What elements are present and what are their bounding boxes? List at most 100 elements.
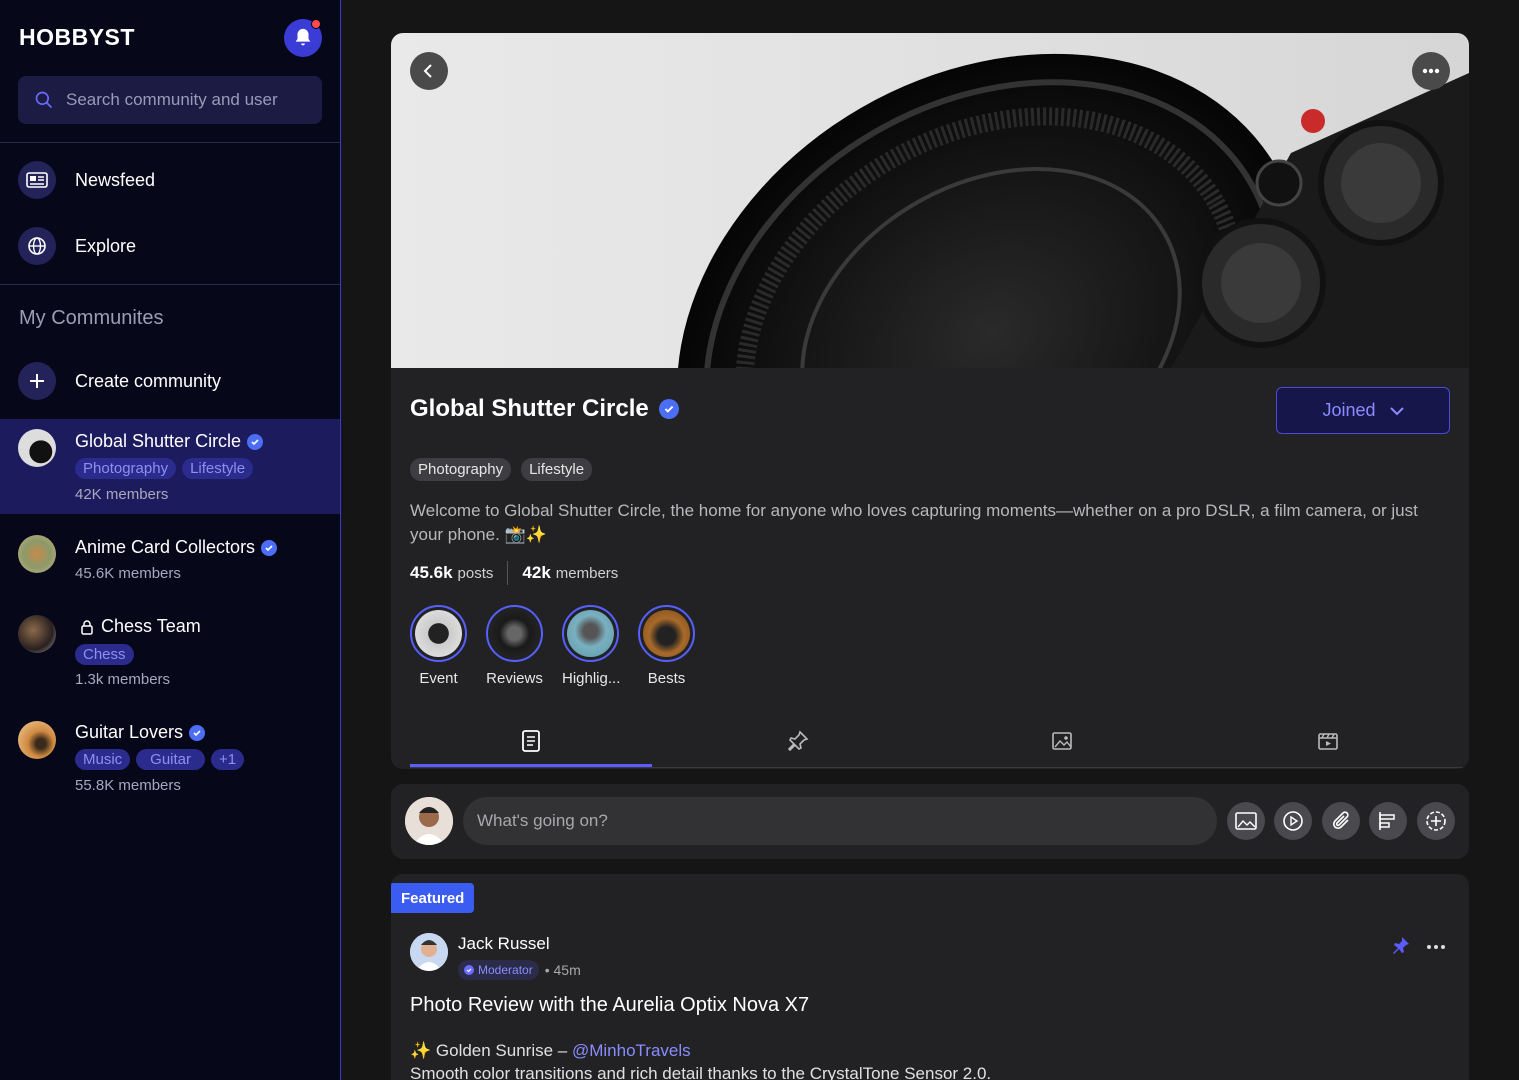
play-circle-icon: [1283, 811, 1303, 831]
highlight-reviews[interactable]: Reviews: [486, 605, 543, 687]
active-tab-indicator: [410, 764, 652, 767]
community-item-anime-card-collectors[interactable]: Anime Card Collectors 45.6K members: [0, 525, 340, 595]
video-icon: [1318, 733, 1338, 750]
highlight-thumb: [486, 605, 543, 662]
stat-separator: [507, 561, 509, 585]
search-icon: [35, 91, 53, 109]
highlight-thumb: [562, 605, 619, 662]
app: HOBBYST Newsfeed Explore My Communites: [0, 0, 1519, 1080]
document-icon: [522, 730, 540, 752]
community-item-guitar-lovers[interactable]: Guitar Lovers Music Guitar +1 55.8K memb…: [0, 711, 340, 801]
more-tools-button[interactable]: [1417, 802, 1455, 840]
members-count: 42k: [522, 563, 551, 582]
bell-icon: [295, 28, 311, 46]
highlight-event[interactable]: Event: [410, 605, 467, 687]
tab-videos[interactable]: [1207, 713, 1449, 769]
author-name[interactable]: Jack Russel: [458, 934, 550, 954]
add-video-button[interactable]: [1274, 802, 1312, 840]
divider: [0, 142, 340, 143]
community-description: Welcome to Global Shutter Circle, the ho…: [410, 501, 1418, 544]
community-title-row: Global Shutter Circle: [410, 395, 679, 423]
tab-pinned[interactable]: [677, 713, 919, 769]
highlight-label: Bests: [647, 670, 686, 687]
brand-logo[interactable]: HOBBYST: [19, 24, 135, 51]
post-time: • 45m: [544, 962, 581, 978]
tab-media[interactable]: [941, 713, 1183, 769]
tag[interactable]: Lifestyle: [521, 458, 593, 481]
tag[interactable]: Music: [75, 749, 131, 770]
create-community-button[interactable]: Create community: [18, 362, 221, 400]
pin-icon[interactable]: [1390, 936, 1410, 956]
members-label: members: [555, 564, 619, 582]
nav-newsfeed[interactable]: Newsfeed: [18, 161, 155, 199]
shield-check-icon: [464, 965, 474, 975]
notification-button[interactable]: [284, 19, 322, 57]
community-avatar: [18, 721, 56, 759]
community-tags: Photography Lifestyle: [75, 458, 254, 479]
community-avatar: [18, 429, 56, 467]
tag-more[interactable]: +1: [211, 749, 245, 770]
joined-dropdown-button[interactable]: Joined: [1276, 387, 1450, 434]
user-avatar[interactable]: [405, 797, 453, 845]
nav-explore[interactable]: Explore: [18, 227, 136, 265]
search-input[interactable]: [66, 90, 306, 110]
highlight-label: Event: [419, 670, 458, 687]
chevron-left-icon: [423, 64, 432, 78]
community-name-row: Anime Card Collectors: [75, 537, 278, 558]
post-text: ✨ Golden Sunrise –: [410, 1041, 572, 1060]
highlight-thumb: [410, 605, 467, 662]
community-tags: Chess: [75, 644, 134, 665]
joined-label: Joined: [1322, 400, 1376, 420]
highlight-bests[interactable]: Bests: [638, 605, 695, 687]
tab-posts[interactable]: [410, 713, 652, 769]
community-item-global-shutter-circle[interactable]: Global Shutter Circle Photography Lifest…: [0, 419, 340, 514]
more-options-button[interactable]: [1412, 52, 1450, 90]
add-image-button[interactable]: [1227, 802, 1265, 840]
community-tabs: [410, 713, 1469, 769]
cover-image: [391, 33, 1469, 368]
tag[interactable]: Guitar: [136, 749, 206, 770]
camera-illustration: [677, 53, 1469, 368]
add-poll-button[interactable]: [1369, 802, 1407, 840]
composer-input[interactable]: [463, 797, 1217, 845]
community-members: 1.3k members: [75, 671, 171, 688]
post-body-line: ✨ Golden Sunrise – @MinhoTravels: [410, 1041, 691, 1061]
community-members: 42K members: [75, 486, 169, 503]
author-avatar[interactable]: [410, 933, 448, 971]
community-tags: Music Guitar +1: [75, 749, 245, 770]
community-item-chess-team[interactable]: Chess Team Chess 1.3k members: [0, 605, 340, 695]
moderator-badge: Moderator: [458, 960, 539, 980]
tag[interactable]: Photography: [75, 458, 177, 479]
highlight-label: Reviews: [486, 670, 543, 687]
tag[interactable]: Photography: [410, 458, 512, 481]
chevron-down-icon: [1389, 406, 1404, 415]
more-horizontal-icon[interactable]: [1426, 944, 1446, 950]
highlight-highlights[interactable]: Highlig...: [562, 605, 621, 687]
tag[interactable]: Lifestyle: [182, 458, 254, 479]
divider: [0, 284, 340, 285]
tag[interactable]: Chess: [75, 644, 134, 665]
post-body-line: Smooth color transitions and rich detail…: [410, 1064, 992, 1080]
community-card: Global Shutter Circle Joined Photography…: [391, 33, 1469, 769]
sidebar: HOBBYST Newsfeed Explore My Communites: [0, 0, 341, 1080]
create-community-label: Create community: [75, 370, 222, 391]
post-title[interactable]: Photo Review with the Aurelia Optix Nova…: [410, 994, 809, 1017]
highlights-row: Event Reviews Highlig... Bests: [410, 605, 695, 687]
community-avatar: [18, 535, 56, 573]
verified-icon: [189, 724, 206, 741]
highlight-label: Highlig...: [562, 670, 621, 687]
community-tags: Photography Lifestyle: [410, 458, 593, 481]
attach-file-button[interactable]: [1322, 802, 1360, 840]
tabs-divider: [410, 767, 1469, 768]
posts-count: 45.6k: [410, 563, 453, 582]
nav-label: Explore: [75, 235, 137, 256]
community-stats: 45.6k posts 42k members: [410, 561, 618, 585]
user-mention-link[interactable]: @MinhoTravels: [572, 1041, 691, 1060]
lock-icon: [81, 619, 93, 635]
search-bar[interactable]: [18, 76, 322, 124]
back-button[interactable]: [410, 52, 448, 90]
post-meta: Moderator • 45m: [458, 960, 581, 980]
community-name-row: Chess Team: [75, 616, 201, 637]
image-icon: [1235, 812, 1257, 830]
community-name: Chess Team: [101, 616, 201, 636]
